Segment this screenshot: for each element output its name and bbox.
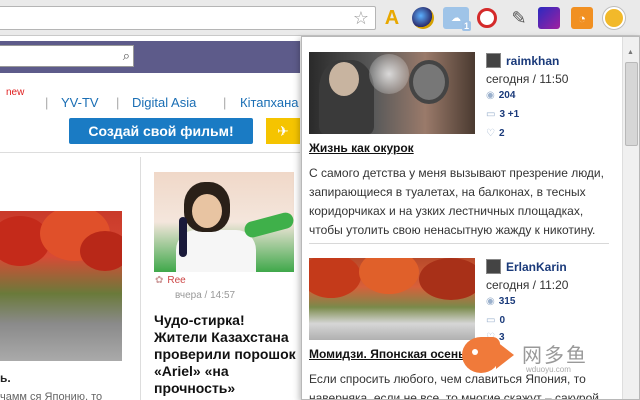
search-icon[interactable]: ⌕	[123, 48, 130, 64]
likes-count: ♡ 2	[486, 128, 505, 139]
browser-toolbar: ☆ A ☁ 1 ✎ ◔	[0, 0, 640, 36]
views-count: ◉ 315	[486, 296, 516, 307]
scroll-up-arrow-icon[interactable]: ▲	[627, 49, 634, 56]
bookmark-star-icon[interactable]: ☆	[353, 8, 369, 28]
ext-rss-icon[interactable]: ◔	[571, 7, 593, 29]
eye-icon: ◉	[486, 90, 495, 101]
reporter-photo[interactable]	[154, 172, 294, 272]
fish-logo-icon	[462, 337, 500, 373]
ext-yvision-icon[interactable]	[603, 7, 625, 29]
nav-separator: |	[223, 95, 227, 110]
post-time: сегодня / 11:50	[486, 72, 569, 86]
popup-scrollbar[interactable]: ▲	[622, 37, 639, 399]
ext-a-icon[interactable]: A	[381, 7, 403, 29]
ext-image-icon[interactable]	[538, 7, 560, 29]
ext-globe-icon[interactable]	[412, 7, 434, 29]
ext-opera-icon[interactable]	[477, 8, 497, 28]
news-title[interactable]: Чудо-стирка! Жители Казахстана проверили…	[154, 312, 299, 397]
nav-separator: |	[45, 95, 49, 110]
post-image[interactable]	[309, 258, 475, 340]
author-name[interactable]: ErlanKarin	[506, 260, 567, 274]
post-author[interactable]: ErlanKarin	[486, 259, 567, 274]
post-title[interactable]: Жизнь как окурок	[309, 141, 414, 155]
heart-icon: ♡	[486, 128, 495, 139]
avatar	[486, 53, 501, 68]
site-nav: new | YV-TV | Digital Asia | Кітапхана	[0, 87, 300, 113]
comment-icon: ▭	[486, 315, 496, 326]
avatar	[486, 259, 501, 274]
ext-cloud-badge: 1	[461, 21, 471, 31]
post-image[interactable]	[309, 52, 475, 134]
plane-button[interactable]: ✈	[266, 118, 300, 144]
comments-count: ▭ 0	[486, 315, 506, 326]
address-bar[interactable]: ☆	[0, 6, 376, 30]
comments-count: ▭ 3 +1	[486, 109, 520, 120]
divider	[0, 152, 300, 153]
watermark-text: 网多鱼	[522, 345, 588, 367]
news-time: вчера / 14:57	[175, 290, 236, 301]
ext-eyedropper-icon[interactable]: ✎	[508, 7, 530, 29]
nav-new-badge: new	[6, 87, 25, 98]
views-count: ◉ 204	[486, 90, 516, 101]
post-time: сегодня / 11:20	[486, 278, 569, 292]
post-author[interactable]: raimkhan	[486, 53, 559, 68]
site-header-bar: ⌕	[0, 41, 300, 73]
post-excerpt: С самого детства у меня вызывают презрен…	[309, 166, 604, 237]
nav-link-library[interactable]: Кітапхана	[240, 95, 299, 110]
create-film-button[interactable]: Создай свой фильм!	[69, 118, 253, 144]
nav-link-yvtv[interactable]: YV-TV	[61, 95, 99, 110]
news-source: ✿ Ree	[155, 275, 186, 286]
watermark-url: wduoyu.com	[526, 365, 571, 374]
author-name[interactable]: raimkhan	[506, 54, 559, 68]
left-card-subtitle: чамм ся Японию, то	[0, 391, 103, 400]
post-title[interactable]: Момидзи. Японская осень	[309, 347, 465, 361]
ext-cloud-icon[interactable]: ☁ 1	[443, 7, 471, 31]
news-card: ✿ Ree вчера / 14:57 Чудо-стирка! Жители К…	[140, 157, 300, 400]
source-name: Ree	[167, 275, 186, 286]
autumn-photo[interactable]	[0, 211, 122, 361]
nav-link-digital-asia[interactable]: Digital Asia	[132, 95, 196, 110]
scroll-thumb[interactable]	[625, 62, 638, 146]
watermark: 网多鱼 wduoyu.com	[462, 333, 602, 383]
post-divider	[309, 243, 609, 244]
left-card-title[interactable]: ь.	[0, 371, 11, 385]
site-search-input[interactable]: ⌕	[0, 45, 134, 67]
nav-separator: |	[116, 95, 120, 110]
eye-icon: ◉	[486, 296, 495, 307]
source-icon: ✿	[155, 275, 164, 286]
comment-icon: ▭	[486, 109, 496, 120]
